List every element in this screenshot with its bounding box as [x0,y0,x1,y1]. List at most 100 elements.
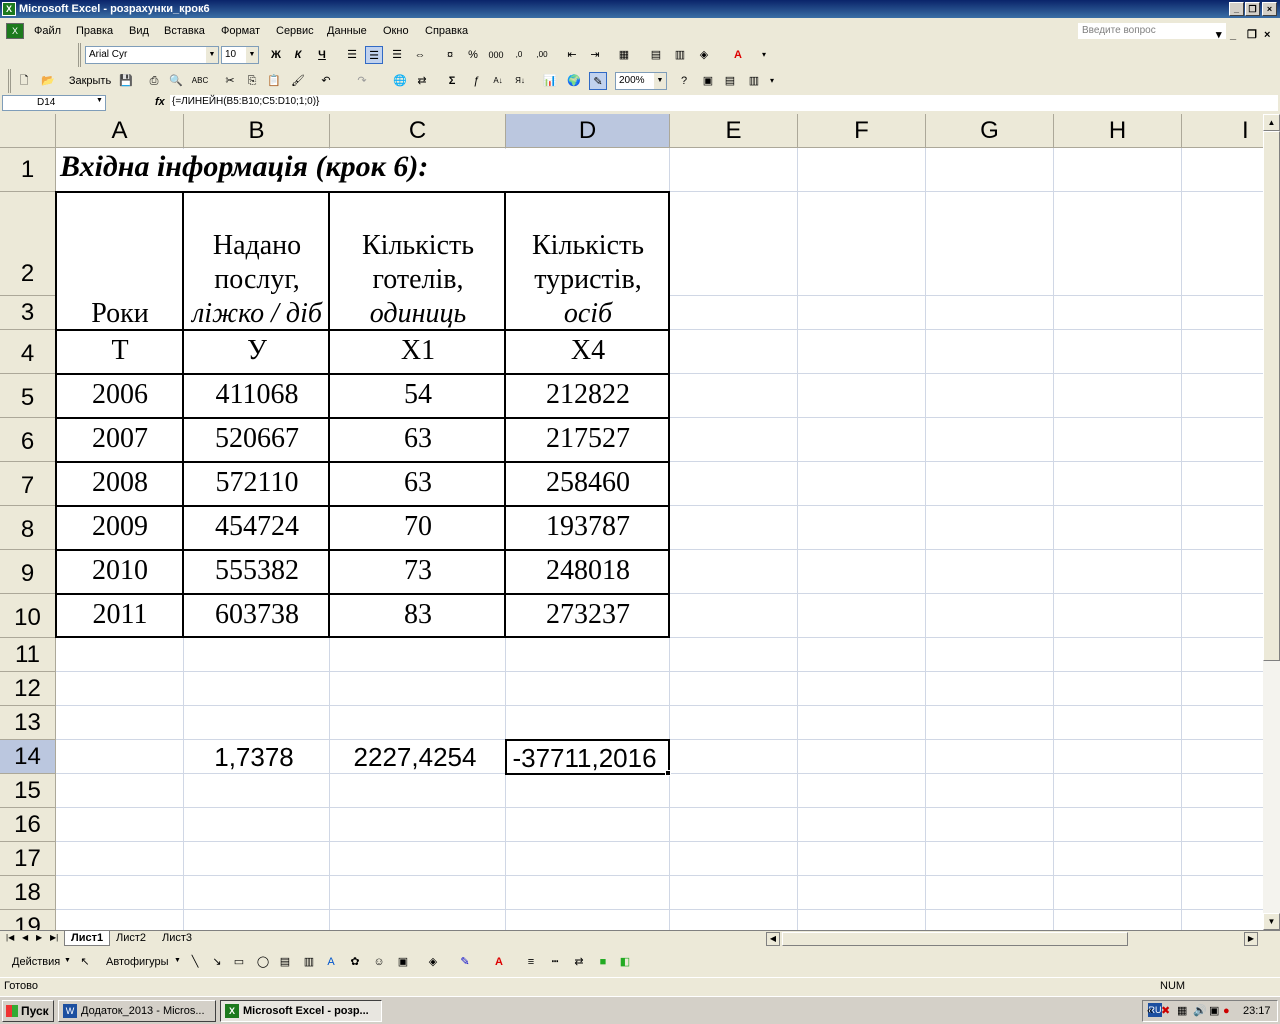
arrow-style-icon[interactable]: ⇄ [570,953,588,971]
cell-d9[interactable]: 248018 [506,555,670,587]
next-sheet-icon[interactable]: ▶ [36,933,42,942]
column-header-c[interactable]: C [330,114,506,148]
cell-b7[interactable]: 572110 [184,467,330,499]
toolbar-options-icon[interactable]: ▾ [759,46,769,64]
cell-d6[interactable]: 217527 [506,423,670,455]
undo-icon[interactable]: ↶ [317,72,335,90]
formula-input[interactable]: {=ЛИНЕЙН(B5:B10;C5:D10;1;0)} [170,95,1278,111]
mdi-restore-button[interactable]: ❐ [1247,24,1257,46]
row-header-11[interactable]: 11 [0,638,56,672]
symbol-t[interactable]: T [56,335,184,367]
font-color-icon[interactable]: A [729,46,747,64]
chevron-down-icon[interactable]: ▼ [246,47,258,63]
menu-tools[interactable]: Сервис [276,20,314,42]
cell-c10[interactable]: 83 [330,599,506,631]
start-button[interactable]: Пуск [2,1000,54,1022]
cell-b6[interactable]: 520667 [184,423,330,455]
cell-a10[interactable]: 2011 [56,599,184,631]
print-preview-icon[interactable]: 🔍 [167,72,185,90]
rectangle-icon[interactable]: ▭ [230,953,248,971]
cell-c8[interactable]: 70 [330,511,506,543]
row-header-17[interactable]: 17 [0,842,56,876]
header-tourists-unit[interactable]: осіб [506,298,670,330]
sheet-tab-2[interactable]: Лист2 [110,931,152,946]
vertical-textbox-icon[interactable]: ▥ [300,953,318,971]
menu-window[interactable]: Окно [383,20,409,42]
increase-decimal-icon[interactable]: ,0 [510,46,528,64]
mdi-minimize-button[interactable]: ▾ [1216,24,1222,46]
row-header-12[interactable]: 12 [0,672,56,706]
header-services-line2[interactable]: послуг, [184,264,330,296]
sort-ascending-icon[interactable]: A↓ [489,72,507,90]
menu-data[interactable]: Данные [327,20,367,42]
cell-c5[interactable]: 54 [330,379,506,411]
vertical-scrollbar[interactable]: ▲ ▼ [1263,114,1280,930]
underline-button[interactable]: Ч [313,46,331,64]
row-header-4[interactable]: 4 [0,330,56,374]
copy-icon[interactable]: ⎘ [243,72,261,90]
line-icon[interactable]: ╲ [186,953,204,971]
cell-d10[interactable]: 273237 [506,599,670,631]
percent-icon[interactable]: % [464,46,482,64]
thousands-icon[interactable]: 000 [487,46,505,64]
textbox-icon[interactable]: ▤ [276,953,294,971]
cell-b9[interactable]: 555382 [184,555,330,587]
zoom-select[interactable]: 200% ▼ [615,72,667,90]
chevron-down-icon[interactable]: ▼ [96,97,103,104]
symbol-x1[interactable]: X1 [330,335,506,367]
cell-a7[interactable]: 2008 [56,467,184,499]
sort-descending-icon[interactable]: Я↓ [511,72,529,90]
oval-icon[interactable]: ◯ [254,953,272,971]
row-header-7[interactable]: 7 [0,462,56,506]
last-sheet-icon[interactable]: ▶| [50,933,58,942]
cell-d5[interactable]: 212822 [506,379,670,411]
draw-actions-menu[interactable]: Действия [12,956,60,968]
dash-style-icon[interactable]: ┅ [546,953,564,971]
tray-expand-icon[interactable]: « [1147,1001,1153,1021]
column-header-b[interactable]: B [184,114,330,148]
fill-handle[interactable] [665,770,671,776]
column-header-h[interactable]: H [1054,114,1182,148]
taskbar-excel[interactable]: X Microsoft Excel - розр... [220,1000,382,1022]
row-header-5[interactable]: 5 [0,374,56,418]
volume-icon[interactable]: 🔊 [1193,1001,1207,1021]
font-color-icon[interactable]: A [490,953,508,971]
picture-icon[interactable]: ▣ [394,953,412,971]
italic-button[interactable]: К [289,46,307,64]
select-objects-icon[interactable]: ↖ [76,953,94,971]
currency-icon[interactable]: ¤ [441,46,459,64]
row-header-15[interactable]: 15 [0,774,56,808]
minimize-button[interactable]: _ [1229,2,1244,16]
align-center-icon[interactable]: ☰ [365,46,383,64]
header-hotels-line2[interactable]: готелів, [330,264,506,296]
row-header-18[interactable]: 18 [0,876,56,910]
grid-icon[interactable]: ▤ [647,46,665,64]
chevron-down-icon[interactable]: ▼ [206,47,218,63]
clipboard-icon[interactable]: ▥ [745,72,763,90]
shadow-icon[interactable]: ■ [594,953,612,971]
network-icon[interactable]: ▦ [1177,1001,1187,1021]
decrease-decimal-icon[interactable]: ,00 [533,46,551,64]
select-all-corner[interactable] [0,114,56,148]
scroll-up-arrow-icon[interactable]: ▲ [1263,114,1280,131]
device-icon[interactable]: ▣ [1209,1001,1219,1021]
cell-c7[interactable]: 63 [330,467,506,499]
menu-insert[interactable]: Вставка [164,20,205,42]
first-sheet-icon[interactable]: |◀ [6,933,14,942]
scroll-left-arrow-icon[interactable]: ◀ [766,932,780,946]
chevron-down-icon[interactable]: ▼ [654,73,666,89]
diagram-icon[interactable]: ✿ [346,953,364,971]
open-folder-icon[interactable]: 📂 [39,72,57,90]
column-header-f[interactable]: F [798,114,926,148]
column-header-e[interactable]: E [670,114,798,148]
row-header-16[interactable]: 16 [0,808,56,842]
row-header-19[interactable]: 19 [0,910,56,930]
list-icon[interactable]: ▤ [721,72,739,90]
cell-b8[interactable]: 454724 [184,511,330,543]
cell-c14[interactable]: 2227,4254 [330,740,506,774]
increase-indent-icon[interactable]: ⇥ [586,46,604,64]
menu-help[interactable]: Справка [425,20,468,42]
3d-icon[interactable]: ◧ [616,953,634,971]
close-file-button[interactable]: Закрыть [65,72,115,90]
insert-function-icon[interactable]: ƒ [467,72,485,90]
